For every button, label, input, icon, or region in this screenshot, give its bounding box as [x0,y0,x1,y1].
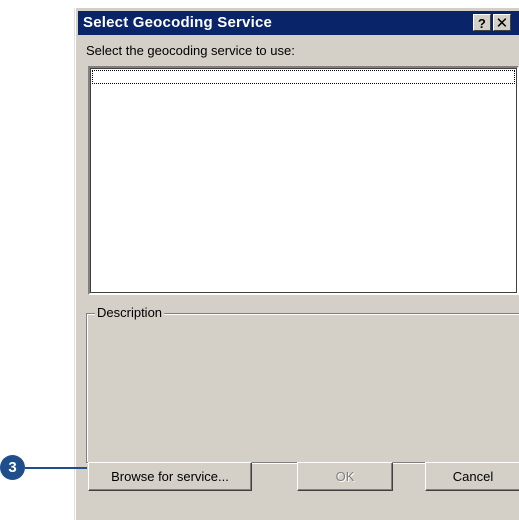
help-button[interactable]: ? [473,14,491,31]
service-prompt-label: Select the geocoding service to use: [86,43,295,58]
cancel-button[interactable]: Cancel [425,462,519,491]
list-focus-row[interactable] [92,70,515,84]
ok-button[interactable]: OK [297,462,393,491]
select-geocoding-service-dialog: Select Geocoding Service ? ✕ Select the … [74,8,519,520]
close-button[interactable]: ✕ [493,14,511,32]
browse-for-service-button[interactable]: Browse for service... [88,462,252,491]
screenshot-stage: Select Geocoding Service ? ✕ Select the … [0,0,519,520]
description-groupbox: Description [86,305,519,463]
dialog-title: Select Geocoding Service [83,14,273,31]
description-legend: Description [95,305,165,320]
callout-leader-line [25,467,87,469]
step-callout-badge: 3 [0,455,25,480]
geocoding-service-list[interactable] [88,66,519,295]
dialog-titlebar[interactable]: Select Geocoding Service ? ✕ [78,11,519,35]
